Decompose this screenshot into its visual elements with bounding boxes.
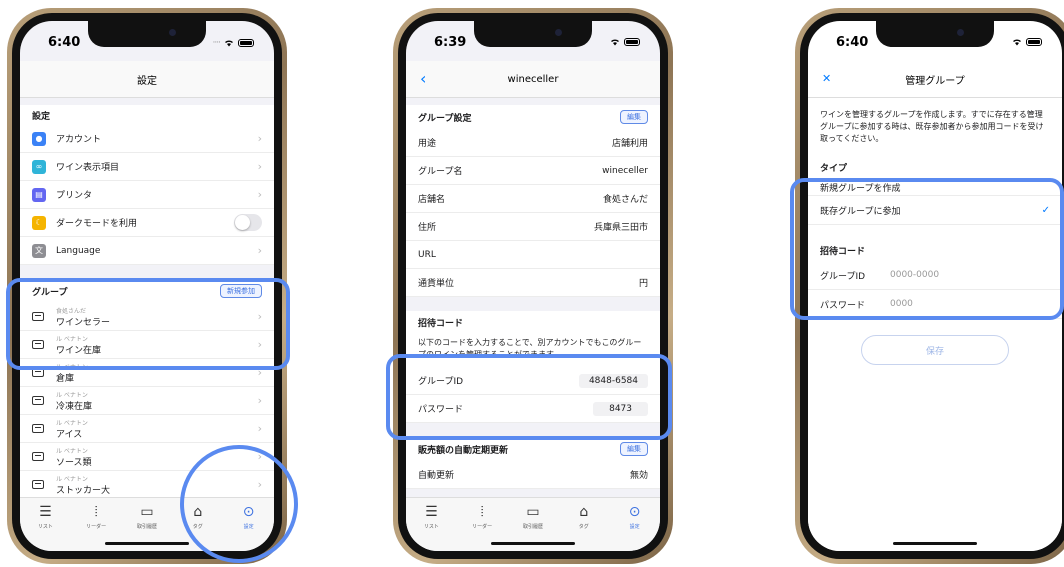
chevron-right-icon: › bbox=[257, 188, 262, 201]
battery-icon bbox=[1026, 38, 1042, 46]
tag-icon: ⌂ bbox=[579, 504, 589, 520]
nav-title: wineceller bbox=[507, 73, 559, 85]
dark-mode-toggle[interactable] bbox=[234, 214, 262, 231]
close-icon[interactable]: ✕ bbox=[822, 72, 831, 85]
chevron-right-icon: › bbox=[257, 422, 262, 435]
status-time: 6:40 bbox=[48, 35, 81, 50]
settings-item-wine-display[interactable]: ∞ ワイン表示項目 › bbox=[20, 153, 274, 181]
field-store-name: 店舗名 食処さんだ bbox=[406, 185, 660, 213]
tray-icon: ▭ bbox=[526, 504, 540, 520]
status-time: 6:40 bbox=[836, 35, 869, 50]
screen-group-detail: 6:39 ‹ wineceller グループ設定 編集 用途 店舗利用 グループ名 w… bbox=[406, 21, 660, 551]
box-icon bbox=[32, 424, 44, 433]
wine-display-icon: ∞ bbox=[32, 159, 46, 174]
tab-settings[interactable]: ⊙ 設定 bbox=[615, 504, 655, 551]
settings-item-account[interactable]: ● アカウント › bbox=[20, 125, 274, 153]
field-group-name: グループ名 wineceller bbox=[406, 157, 660, 185]
list-icon: ☰ bbox=[425, 504, 438, 520]
back-icon[interactable]: ‹ bbox=[420, 69, 426, 88]
type-header: タイプ bbox=[820, 163, 848, 174]
tab-list[interactable]: ☰ リスト bbox=[411, 504, 451, 551]
barcode-icon: ⦙ bbox=[94, 504, 98, 520]
box-icon bbox=[32, 396, 44, 405]
battery-icon bbox=[624, 38, 640, 46]
more-icon: ⊙ bbox=[628, 504, 641, 520]
battery-icon bbox=[238, 39, 254, 47]
home-indicator bbox=[893, 542, 977, 545]
field-address: 住所 兵庫県三田市 bbox=[406, 213, 660, 241]
wifi-icon bbox=[1013, 39, 1021, 46]
chevron-right-icon: › bbox=[257, 160, 262, 173]
highlight-group-section bbox=[6, 278, 290, 370]
highlight-settings-tab bbox=[180, 445, 298, 563]
chevron-right-icon: › bbox=[257, 394, 262, 407]
highlight-join-form bbox=[790, 178, 1064, 320]
home-indicator bbox=[491, 542, 575, 545]
settings-item-dark-mode: ☾ ダークモードを利用 bbox=[20, 209, 274, 237]
translate-icon: 文 bbox=[32, 243, 46, 258]
box-icon bbox=[32, 480, 44, 489]
edit-group-button[interactable]: 編集 bbox=[620, 110, 648, 124]
settings-item-language[interactable]: 文 Language › bbox=[20, 237, 274, 265]
tab-list[interactable]: ☰ リスト bbox=[25, 504, 65, 551]
field-url: URL bbox=[406, 241, 660, 269]
group-row[interactable]: ル ベナトン アイス › bbox=[20, 415, 274, 443]
save-button[interactable]: 保存 bbox=[861, 335, 1009, 365]
account-icon: ● bbox=[32, 131, 46, 146]
status-time: 6:39 bbox=[434, 35, 467, 50]
nav-title: 設定 bbox=[137, 75, 157, 87]
list-icon: ☰ bbox=[39, 504, 52, 520]
printer-icon: ▤ bbox=[32, 187, 46, 202]
manage-group-description: ワインを管理するグループを作成します。すでに存在する管理グループに参加する時は、… bbox=[808, 105, 1062, 151]
tray-icon: ▭ bbox=[140, 504, 154, 520]
field-currency: 通貨単位円 bbox=[406, 269, 660, 297]
home-indicator bbox=[105, 542, 189, 545]
highlight-invite-code bbox=[386, 354, 672, 440]
field-purpose: 用途 店舗利用 bbox=[406, 129, 660, 157]
auto-update-row: 自動更新 無効 bbox=[406, 461, 660, 489]
group-row[interactable]: ル ベナトン 冷凍在庫 › bbox=[20, 387, 274, 415]
nav-title: 管理グループ bbox=[905, 75, 965, 87]
chevron-right-icon: › bbox=[257, 132, 262, 145]
settings-item-printer[interactable]: ▤ プリンタ › bbox=[20, 181, 274, 209]
invite-header: 招待コード bbox=[418, 318, 464, 329]
box-icon bbox=[32, 452, 44, 461]
wifi-icon bbox=[225, 40, 233, 47]
auto-update-header: 販売額の自動定期更新 bbox=[418, 445, 509, 456]
section-settings-header: 設定 bbox=[32, 111, 51, 122]
group-settings-header: グループ設定 bbox=[418, 113, 472, 124]
chevron-right-icon: › bbox=[257, 244, 262, 257]
phone-group-detail: 6:39 ‹ wineceller グループ設定 編集 用途 店舗利用 グループ名 w… bbox=[393, 8, 673, 564]
barcode-icon: ⦙ bbox=[480, 504, 484, 520]
moon-icon: ☾ bbox=[32, 215, 46, 230]
wifi-icon bbox=[611, 39, 619, 46]
edit-auto-update-button[interactable]: 編集 bbox=[620, 442, 648, 456]
